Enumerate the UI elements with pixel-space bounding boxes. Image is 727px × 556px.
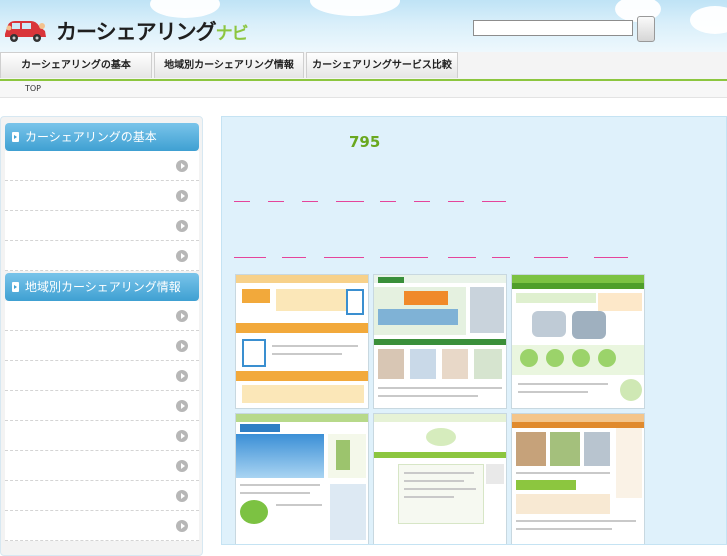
chevron-right-icon [176,310,188,322]
link-placeholder[interactable] [234,201,250,202]
result-count: 795 [349,133,381,151]
chevron-right-icon [176,400,188,412]
site-name: カーシェアリング [56,20,217,44]
link-placeholder[interactable] [380,257,428,258]
link-placeholder[interactable] [234,257,266,258]
chevron-right-icon [176,340,188,352]
link-placeholder[interactable] [336,201,364,202]
sidebar-item[interactable] [5,151,199,181]
chevron-right-icon [176,490,188,502]
global-nav: カーシェアリングの基本 地域別カーシェアリング情報 カーシェアリングサービス比較 [0,52,727,81]
tab-label: カーシェアリングサービス比較 [312,60,452,71]
breadcrumb-top-link[interactable]: TOP [25,84,41,93]
sidebar-item[interactable] [5,511,199,541]
sidebar-heading-basics[interactable]: カーシェアリングの基本 [5,123,199,151]
tab-label: 地域別カーシェアリング情報 [164,60,294,71]
site-thumbnail-orix[interactable] [511,274,645,409]
tab-label: カーシェアリングの基本 [21,60,131,71]
search-button[interactable] [637,16,655,42]
link-placeholder[interactable] [594,257,628,258]
link-placeholder[interactable] [324,257,364,258]
chevron-right-icon [176,220,188,232]
sidebar-item[interactable] [5,451,199,481]
chevron-right-icon [176,190,188,202]
chevron-right-icon [176,430,188,442]
tab-carsharing-basics[interactable]: カーシェアリングの基本 [0,52,152,78]
car-logo-icon[interactable] [2,14,48,44]
site-thumbnail-times[interactable] [235,274,369,409]
chevron-right-icon [176,160,188,172]
sidebar-heading-label: 地域別カーシェアリング情報 [25,280,181,294]
bullet-arrow-icon [12,282,19,292]
sidebar-item[interactable] [5,211,199,241]
link-placeholder[interactable] [414,201,430,202]
site-thumbnail-careco[interactable] [373,274,507,409]
sidebar-item[interactable] [5,181,199,211]
sidebar-item[interactable] [5,331,199,361]
chevron-right-icon [176,520,188,532]
site-thumbnail-green[interactable] [511,413,645,544]
sidebar-item[interactable] [5,301,199,331]
sidebar: カーシェアリングの基本 地域別カーシェアリング情報 [0,116,203,556]
sidebar-item[interactable] [5,481,199,511]
link-placeholder[interactable] [534,257,568,258]
link-placeholder[interactable] [282,257,306,258]
sidebar-item[interactable] [5,421,199,451]
search-input[interactable] [473,20,633,36]
bullet-arrow-icon [12,132,19,142]
chevron-right-icon [176,460,188,472]
link-placeholder[interactable] [492,257,510,258]
site-thumbnail-ecoloca[interactable] [373,413,507,544]
site-name-suffix: ナビ [215,24,249,44]
link-placeholder[interactable] [302,201,318,202]
link-placeholder[interactable] [448,201,464,202]
site-thumbnail-windcar[interactable] [235,413,369,544]
link-placeholder[interactable] [482,201,506,202]
link-placeholder[interactable] [448,257,476,258]
main-content: 795 [221,116,727,545]
tab-regional-info[interactable]: 地域別カーシェアリング情報 [154,52,304,78]
cloud-decoration [690,6,727,34]
breadcrumb: TOP [0,81,727,98]
sidebar-item[interactable] [5,361,199,391]
sidebar-item[interactable] [5,391,199,421]
chevron-right-icon [176,370,188,382]
link-placeholder[interactable] [380,201,396,202]
sidebar-heading-regional[interactable]: 地域別カーシェアリング情報 [5,273,199,301]
chevron-right-icon [176,250,188,262]
cloud-decoration [310,0,400,16]
sidebar-item[interactable] [5,241,199,271]
link-placeholder[interactable] [268,201,284,202]
site-header: カーシェアリングナビ [0,0,727,52]
site-logo-title[interactable]: カーシェアリングナビ [56,16,249,46]
sidebar-heading-label: カーシェアリングの基本 [25,130,157,144]
tab-service-comparison[interactable]: カーシェアリングサービス比較 [306,52,458,78]
